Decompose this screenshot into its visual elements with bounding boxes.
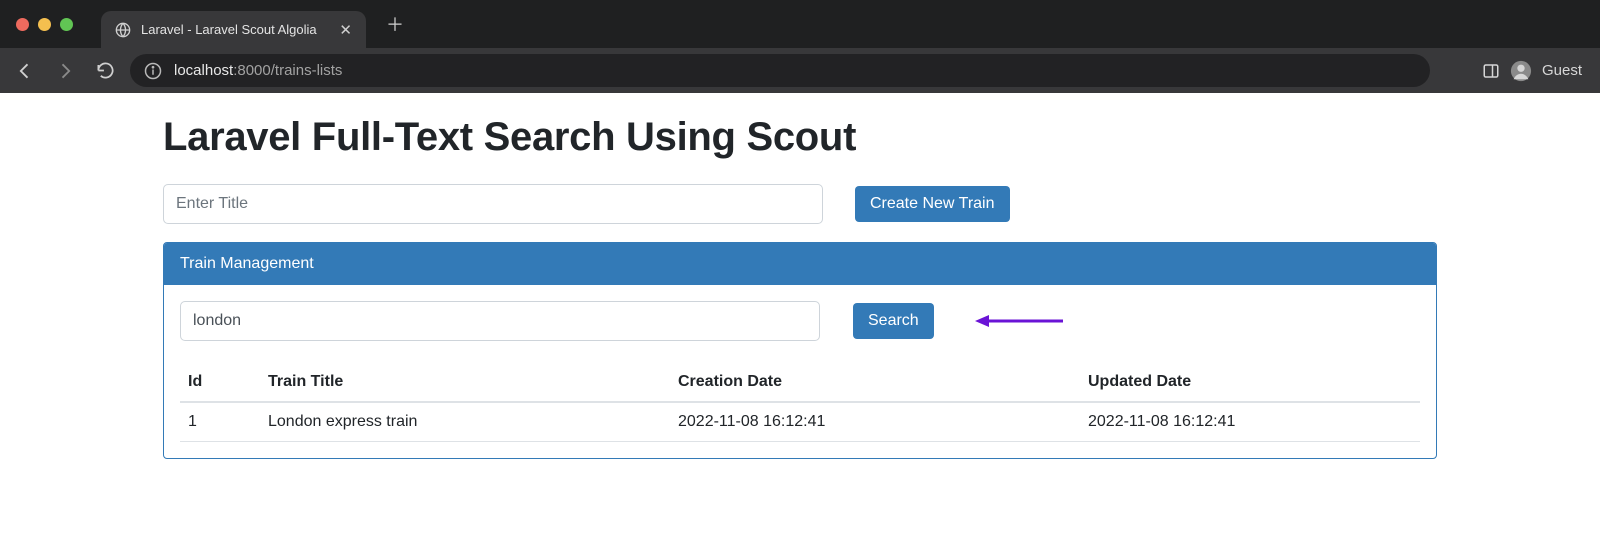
cell-updated: 2022-11-08 16:12:41 xyxy=(1080,402,1420,442)
create-new-train-button[interactable]: Create New Train xyxy=(855,186,1010,222)
th-title: Train Title xyxy=(260,363,670,402)
url-text: localhost:8000/trains-lists xyxy=(174,62,342,79)
reload-button[interactable] xyxy=(90,56,120,86)
th-created: Creation Date xyxy=(670,363,1080,402)
back-button[interactable] xyxy=(10,56,40,86)
new-tab-button[interactable]: ＋ xyxy=(386,11,404,37)
site-info-icon[interactable] xyxy=(144,62,162,80)
window-controls xyxy=(16,18,73,31)
th-id: Id xyxy=(180,363,260,402)
page-content: Laravel Full-Text Search Using Scout Cre… xyxy=(0,93,1600,459)
tab-bar: Laravel - Laravel Scout Algolia ✕ ＋ xyxy=(0,0,1600,48)
table-row: 1 London express train 2022-11-08 16:12:… xyxy=(180,402,1420,442)
title-input[interactable] xyxy=(163,184,823,224)
tab-title: Laravel - Laravel Scout Algolia xyxy=(141,22,329,37)
th-updated: Updated Date xyxy=(1080,363,1420,402)
browser-tab[interactable]: Laravel - Laravel Scout Algolia ✕ xyxy=(101,11,366,48)
maximize-window-button[interactable] xyxy=(60,18,73,31)
toolbar-right: Guest xyxy=(1482,60,1590,82)
side-panel-icon[interactable] xyxy=(1482,62,1500,80)
cell-created: 2022-11-08 16:12:41 xyxy=(670,402,1080,442)
profile-avatar-icon[interactable] xyxy=(1510,60,1532,82)
close-tab-icon[interactable]: ✕ xyxy=(339,21,352,39)
annotation-arrow-icon xyxy=(975,311,1065,331)
cell-title: London express train xyxy=(260,402,670,442)
globe-icon xyxy=(115,22,131,38)
panel-header: Train Management xyxy=(164,243,1436,285)
page-title: Laravel Full-Text Search Using Scout xyxy=(163,115,1437,160)
search-input[interactable] xyxy=(180,301,820,341)
forward-button[interactable] xyxy=(50,56,80,86)
search-row: Search xyxy=(180,301,1420,341)
search-button[interactable]: Search xyxy=(853,303,934,339)
browser-chrome: Laravel - Laravel Scout Algolia ✕ ＋ loca… xyxy=(0,0,1600,93)
profile-label[interactable]: Guest xyxy=(1542,62,1582,79)
panel-body: Search Id Train Title Creation Date Upda… xyxy=(164,285,1436,458)
top-form-row: Create New Train xyxy=(163,184,1437,224)
nav-bar: localhost:8000/trains-lists Guest xyxy=(0,48,1600,93)
address-bar[interactable]: localhost:8000/trains-lists xyxy=(130,54,1430,87)
trains-table: Id Train Title Creation Date Updated Dat… xyxy=(180,363,1420,442)
train-management-panel: Train Management Search Id Train Title xyxy=(163,242,1437,459)
cell-id: 1 xyxy=(180,402,260,442)
minimize-window-button[interactable] xyxy=(38,18,51,31)
close-window-button[interactable] xyxy=(16,18,29,31)
